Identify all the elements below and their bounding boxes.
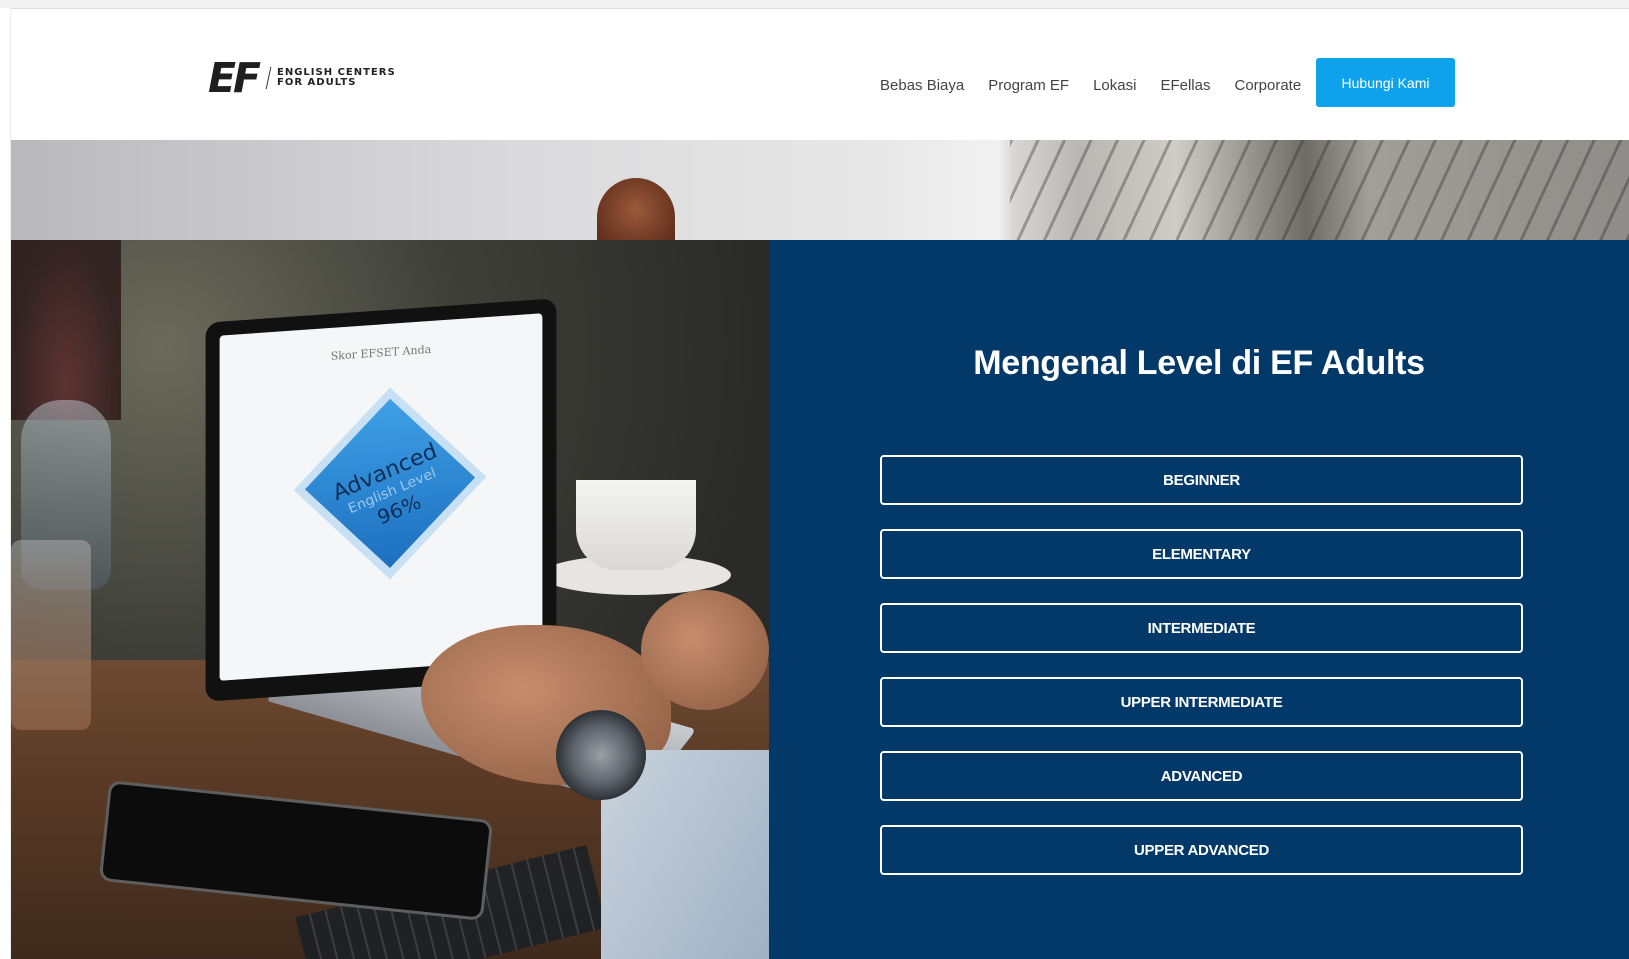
level-button-beginner[interactable]: BEGINNER	[880, 455, 1523, 505]
browser-top-edge	[0, 0, 1629, 9]
site-header: EF ENGLISH CENTERS FOR ADULTS Bebas Biay…	[11, 9, 1629, 139]
display-caption: Skor EFSET Anda	[330, 342, 432, 363]
nav-link-program-ef[interactable]: Program EF	[988, 77, 1069, 94]
photo-coffee-cup	[576, 480, 696, 570]
levels-panel: Mengenal Level di EF Adults BEGINNER ELE…	[769, 240, 1629, 959]
hero-laptop-photo: Skor EFSET Anda Advanced English Level 9…	[11, 240, 769, 959]
levels-title: Mengenal Level di EF Adults	[973, 344, 1425, 382]
level-button-elementary[interactable]: ELEMENTARY	[880, 529, 1523, 579]
level-button-intermediate[interactable]: INTERMEDIATE	[880, 603, 1523, 653]
nav-link-corporate[interactable]: Corporate	[1234, 77, 1301, 94]
logo-text-line2: FOR ADULTS	[277, 77, 357, 88]
level-button-upper-advanced[interactable]: UPPER ADVANCED	[880, 825, 1523, 875]
level-button-advanced[interactable]: ADVANCED	[880, 751, 1523, 801]
logo-text: ENGLISH CENTERS FOR ADULTS	[277, 68, 396, 88]
logo-separator	[265, 67, 272, 89]
photo-hand-right	[641, 590, 769, 710]
hubungi-kami-button[interactable]: Hubungi Kami	[1316, 58, 1455, 107]
main-nav: Bebas Biaya Program EF Lokasi EFellas Co…	[880, 65, 1301, 105]
photo-watch	[556, 710, 646, 800]
page-left-edge	[0, 8, 11, 959]
ef-logo[interactable]: EF ENGLISH CENTERS FOR ADULTS	[208, 53, 396, 102]
nav-link-lokasi[interactable]: Lokasi	[1093, 77, 1136, 94]
background-window-blinds	[1010, 140, 1629, 240]
photo-jar	[11, 540, 91, 730]
nav-link-bebas-biaya[interactable]: Bebas Biaya	[880, 77, 964, 94]
photo-plant	[11, 240, 121, 420]
laptop-display: Skor EFSET Anda Advanced English Level 9…	[219, 313, 543, 681]
levels-list: BEGINNER ELEMENTARY INTERMEDIATE UPPER I…	[880, 455, 1523, 899]
ef-logo-mark: EF	[208, 53, 261, 102]
nav-link-efellas[interactable]: EFellas	[1160, 77, 1210, 94]
level-button-upper-intermediate[interactable]: UPPER INTERMEDIATE	[880, 677, 1523, 727]
